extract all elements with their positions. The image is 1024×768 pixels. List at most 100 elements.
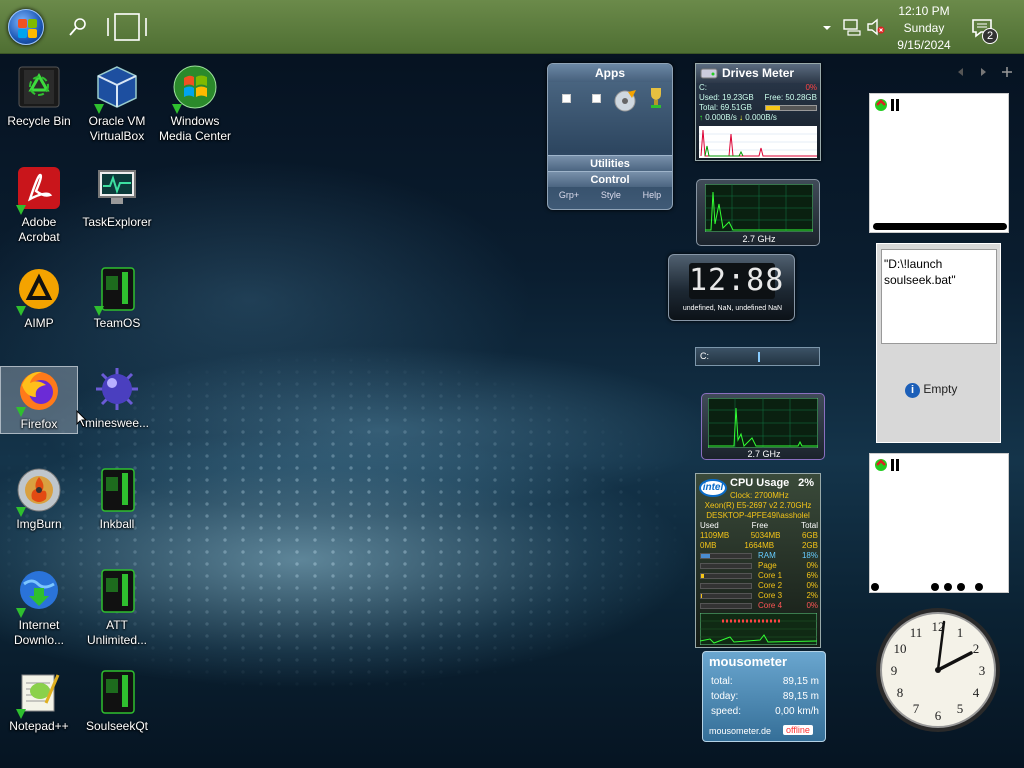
svg-text:1: 1: [957, 625, 964, 640]
digital-clock-time: 12:88: [689, 263, 785, 299]
action-center-button[interactable]: 2: [970, 16, 998, 44]
trophy-app-icon[interactable]: [648, 86, 664, 110]
desktop-icon-teamos[interactable]: TeamOS: [78, 266, 156, 334]
help-button[interactable]: Help: [643, 187, 662, 203]
analog-clock-gadget[interactable]: 12 1 2 3 4 5 6 7 8 9 10 11: [873, 606, 1003, 734]
desktop-icon-soulseekqt[interactable]: SoulseekQt: [78, 669, 156, 737]
icon-label: TeamOS: [93, 316, 141, 330]
shortcut-arrow-icon: [172, 104, 182, 114]
firefox-icon: [16, 367, 62, 417]
note-gadget-2[interactable]: [869, 453, 1009, 593]
drives-meter-gadget[interactable]: Drives Meter C: 0% Used: 19.23GB Free: 50.…: [695, 63, 821, 161]
desktop-icon-firefox[interactable]: Firefox: [0, 366, 78, 434]
cpu-usage-gadget[interactable]: intel CPU Usage 2% Clock: 2700MHz Xeon(R…: [695, 473, 821, 648]
ram-used: 1109MB: [700, 531, 730, 540]
today-label: today:: [711, 691, 739, 702]
aimp-icon: [16, 266, 62, 316]
icon-label: Internet Downlo...: [13, 618, 65, 647]
page-used: 0MB: [700, 541, 717, 550]
drive-activity-graph: [699, 126, 817, 158]
mousometer-status[interactable]: offline: [783, 725, 813, 735]
desktop-icon-notepad-plus-plus[interactable]: Notepad++: [0, 669, 78, 737]
speed-value: 0,00 km/h: [775, 706, 819, 717]
desktop-icon-virtualbox[interactable]: Oracle VM VirtualBox: [78, 64, 156, 146]
shortcut-arrow-icon: [94, 306, 104, 316]
internet-download-manager-icon: [16, 568, 62, 618]
apps-gadget[interactable]: Apps Utilities Control Grp+ Style Help: [547, 63, 673, 210]
chevron-up-icon[interactable]: [822, 24, 832, 32]
desktop-icon-aimp[interactable]: AIMP: [0, 266, 78, 334]
disk-label: C:: [700, 351, 709, 361]
taskbar-clock[interactable]: 12:10 PM Sunday 9/15/2024: [885, 3, 963, 54]
svg-text:3: 3: [979, 663, 986, 678]
style-button[interactable]: Style: [601, 187, 621, 203]
read-rate: 0.000B/s: [705, 113, 737, 122]
launch-path-box[interactable]: "D:\!launch soulseek.bat": [881, 249, 997, 344]
usage-row: Page 0%: [700, 561, 818, 571]
write-rate: 0.000B/s: [745, 113, 777, 122]
note-dots: [871, 583, 983, 591]
intel-logo-icon: intel: [699, 479, 727, 497]
inkball-icon: [94, 467, 140, 513]
icon-label: ImgBurn: [16, 517, 62, 531]
sidebar-controls[interactable]: [955, 66, 1017, 78]
icon-label: Recycle Bin: [7, 114, 71, 128]
start-button[interactable]: [8, 9, 44, 45]
desktop-icon-inkball[interactable]: Inkball: [78, 467, 156, 535]
desktop-icon-att-unlimited[interactable]: ATT Unlimited...: [78, 568, 156, 650]
today-value: 89,15 m: [782, 691, 819, 702]
att-unlimited-icon: [94, 568, 140, 614]
usage-row-value: 0%: [806, 601, 818, 610]
launch-gadget[interactable]: "D:\!launch soulseek.bat" i Empty: [876, 243, 1001, 443]
app-icon-broken[interactable]: [562, 94, 571, 103]
desktop-icon-internet-download-manager[interactable]: Internet Downlo...: [0, 568, 78, 650]
disc-app-icon[interactable]: [612, 88, 638, 112]
volume-muted-icon[interactable]: [866, 18, 886, 36]
control-button[interactable]: Control: [548, 171, 672, 187]
ram-total: 6GB: [801, 531, 818, 540]
cpu-meter-gadget[interactable]: 2.7 GHz: [696, 179, 820, 246]
hard-drive-icon: [700, 68, 718, 79]
note-status-icon: [875, 459, 899, 471]
shortcut-arrow-icon: [16, 507, 26, 517]
cpu-model: Xeon(R) E5-2697 v2 2.70GHz: [704, 501, 812, 510]
header-used: Used: [700, 521, 719, 530]
app-icon-broken[interactable]: [592, 94, 601, 103]
network-icon[interactable]: [842, 18, 862, 36]
imgburn-icon: [16, 467, 62, 517]
total-value: 89,15 m: [782, 676, 819, 687]
read-arrow-icon: ↑: [699, 113, 703, 122]
desktop-icon-imgburn[interactable]: ImgBurn: [0, 467, 78, 535]
drive-total: Total: 69.51GB: [699, 103, 752, 112]
taskexplorer-icon: [94, 165, 140, 211]
icon-label: Inkball: [99, 517, 135, 531]
usage-row-value: 0%: [806, 561, 818, 570]
grp-plus-button[interactable]: Grp+: [559, 187, 579, 203]
windows-logo-icon: [18, 19, 27, 28]
disk-usage-marker: [758, 352, 760, 362]
desktop-icon-adobe-acrobat[interactable]: Adobe Acrobat: [0, 165, 78, 247]
mousometer-site[interactable]: mousometer.de: [709, 726, 771, 736]
desktop-icon-minesweeper[interactable]: mineswee...: [78, 366, 156, 434]
desktop-icon-taskexplorer[interactable]: TaskExplorer: [78, 165, 156, 233]
note-gadget[interactable]: [869, 93, 1009, 233]
speed-label: speed:: [711, 706, 742, 717]
icon-label: Firefox: [20, 417, 58, 431]
desktop-icon-windows-media-center[interactable]: Windows Media Center: [156, 64, 234, 146]
desktop-icon-recycle-bin[interactable]: Recycle Bin: [0, 64, 78, 132]
disk-usage-bar-gadget[interactable]: C:: [695, 347, 820, 366]
clock-date: 9/15/2024: [897, 38, 951, 52]
launch-status-text: Empty: [923, 382, 958, 396]
mousometer-gadget[interactable]: mousometer total: 89,15 m today: 89,15 m s…: [702, 651, 826, 742]
cpu-meter-gadget-2[interactable]: 2.7 GHz: [701, 393, 825, 460]
analog-clock-face: 12 1234567891011: [876, 608, 1000, 732]
digital-clock-gadget[interactable]: 12:88 undefined, NaN, undefined NaN: [668, 254, 795, 321]
note-bar: [873, 223, 1007, 230]
usage-row-name: Page: [758, 561, 777, 570]
svg-text:10: 10: [894, 641, 907, 656]
cpu-user: DESKTOP-4PFE49I\assholel: [706, 511, 810, 520]
search-icon[interactable]: [66, 15, 90, 39]
utilities-button[interactable]: Utilities: [548, 155, 672, 171]
task-view-icon[interactable]: [106, 12, 148, 42]
drive-percent: 0%: [805, 83, 817, 92]
